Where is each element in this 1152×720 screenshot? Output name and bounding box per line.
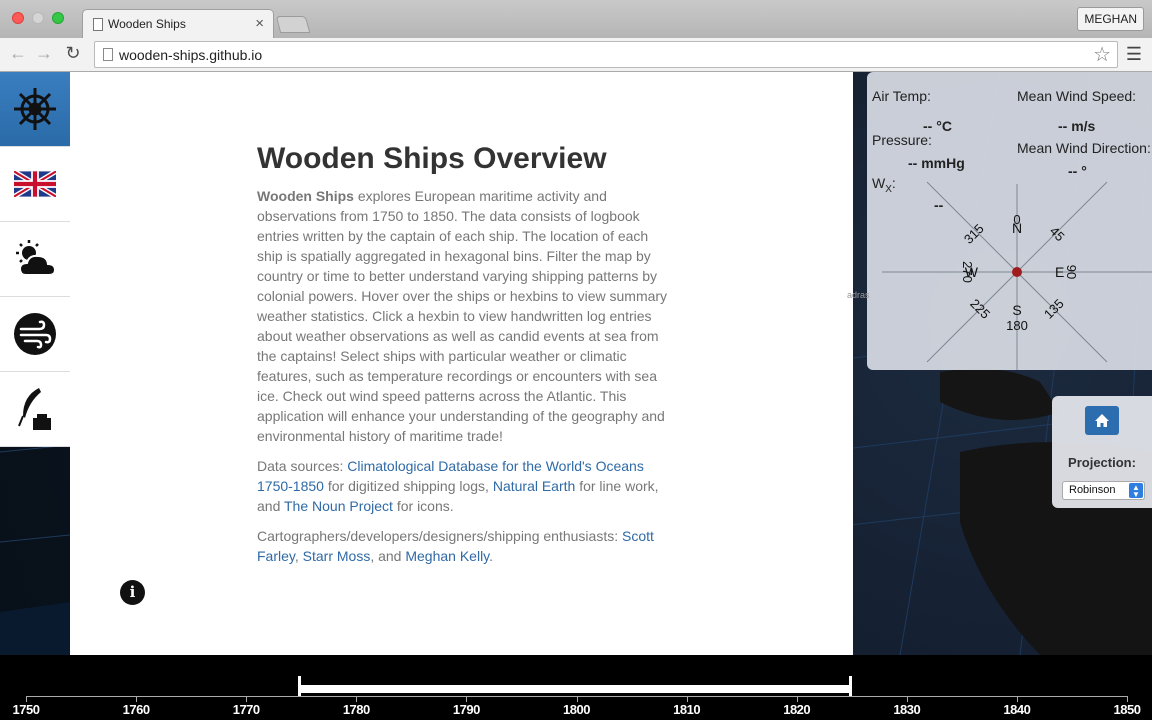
projection-label: Projection:	[1068, 455, 1136, 470]
quill-ink-icon	[18, 388, 51, 430]
sources-text: for icons.	[392, 498, 454, 514]
sources-label: Data sources:	[257, 458, 348, 474]
credits: Cartographers/developers/designers/shipp…	[257, 526, 669, 566]
compass-e: E	[1055, 264, 1064, 280]
sidebar	[0, 72, 70, 447]
credits-text: ,	[294, 548, 303, 564]
compass-center	[1012, 267, 1022, 277]
tab-close-icon[interactable]: ×	[255, 15, 264, 32]
brush-handle-start[interactable]	[298, 676, 301, 696]
new-tab-button[interactable]	[275, 16, 311, 33]
sun-cloud-icon	[16, 240, 57, 276]
brush-handle-end[interactable]	[849, 676, 852, 696]
data-sources: Data sources: Climatological Database fo…	[257, 456, 669, 516]
overview-panel: Wooden Ships Overview Wooden Ships explo…	[70, 72, 853, 655]
tab-title: Wooden Ships	[108, 17, 186, 31]
link-natural-earth[interactable]: Natural Earth	[493, 478, 575, 494]
sidebar-item-weather[interactable]	[0, 222, 70, 297]
sidebar-item-logbook[interactable]	[0, 372, 70, 447]
compass-s: S	[1012, 302, 1021, 318]
timeline-brush[interactable]	[300, 685, 851, 693]
credits-label: Cartographers/developers/designers/shipp…	[257, 528, 622, 544]
forward-arrow-icon[interactable]: →	[34, 43, 54, 64]
app-name: Wooden Ships	[257, 188, 354, 204]
browser-tab[interactable]: Wooden Ships ×	[82, 9, 274, 39]
profile-button[interactable]: MEGHAN	[1077, 7, 1144, 31]
compass-w-deg: 270	[960, 261, 975, 283]
compass-ne-deg: 45	[1047, 223, 1068, 244]
timeline-year-label: 1830	[893, 702, 921, 717]
home-button[interactable]	[1085, 406, 1119, 435]
address-bar[interactable]: wooden-ships.github.io ☆	[94, 41, 1118, 68]
overview-content: Wooden Ships Overview Wooden Ships explo…	[257, 142, 669, 576]
timeline-year-label: 1790	[452, 702, 480, 717]
wind-icon	[14, 313, 56, 355]
window-minimize-button[interactable]	[32, 12, 44, 24]
timeline-year-label: 1820	[783, 702, 811, 717]
menu-icon[interactable]: ☰	[1126, 44, 1142, 65]
overview-title: Wooden Ships Overview	[257, 142, 607, 175]
browser-titlebar: Wooden Ships × MEGHAN	[0, 0, 1152, 39]
overview-description: Wooden Ships explores European maritime …	[257, 186, 669, 446]
projection-panel: Projection: Robinson ▲ ▼	[1052, 396, 1152, 508]
weather-panel: Air Temp: -- °C Pressure: -- mmHg WX: --…	[847, 72, 1152, 370]
browser-toolbar: ← → ↻ wooden-ships.github.io ☆ ☰	[0, 38, 1152, 72]
credits-text: .	[489, 548, 494, 564]
timeline-year-label: 1760	[122, 702, 150, 717]
compass-s-deg: 180	[1006, 318, 1028, 333]
timeline-year-label: 1750	[12, 702, 40, 717]
intro-text: explores European maritime activity and …	[257, 188, 668, 444]
page-icon	[93, 18, 103, 31]
sidebar-item-country[interactable]	[0, 147, 70, 222]
timeline-year-label: 1840	[1003, 702, 1031, 717]
timeline-year-label: 1800	[563, 702, 590, 717]
wind-rose: N 0 E 90 S 180 W 270 45 135 225 315	[882, 181, 1152, 370]
sidebar-item-wind[interactable]	[0, 297, 70, 372]
page-icon	[103, 48, 113, 61]
bookmark-star-icon[interactable]: ☆	[1093, 42, 1111, 67]
timeline-year-label: 1850	[1113, 702, 1141, 717]
compass-n-deg: 0	[1013, 212, 1020, 227]
compass-e-deg: 90	[1064, 265, 1079, 279]
info-icon[interactable]: i	[120, 580, 145, 605]
sources-text: for digitized shipping logs,	[323, 478, 493, 494]
window-maximize-button[interactable]	[52, 12, 64, 24]
select-arrows-icon: ▲ ▼	[1129, 483, 1143, 499]
timeline-year-label: 1770	[232, 702, 260, 717]
sidebar-item-ships[interactable]	[0, 72, 70, 147]
credits-text: , and	[370, 548, 406, 564]
link-noun-project[interactable]: The Noun Project	[284, 498, 393, 514]
timeline-year-label: 1780	[342, 702, 370, 717]
uk-flag-icon	[14, 171, 56, 197]
projection-selected: Robinson	[1069, 484, 1116, 496]
home-icon	[1095, 414, 1109, 427]
projection-select[interactable]: Robinson ▲ ▼	[1062, 481, 1145, 500]
compass-nw-deg: 315	[961, 221, 987, 247]
link-meghan-kelly[interactable]: Meghan Kelly	[405, 548, 489, 564]
back-arrow-icon[interactable]: ←	[8, 43, 28, 64]
url-text[interactable]: wooden-ships.github.io	[119, 47, 262, 63]
ship-wheel-icon	[14, 88, 56, 130]
timeline-year-label: 1810	[673, 702, 701, 717]
reload-icon[interactable]: ↻	[63, 43, 83, 64]
link-starr-moss[interactable]: Starr Moss	[303, 548, 371, 564]
timeline[interactable]: 1750 1760 1770 1780 1790 1800 1810 1820 1830 1840…	[0, 655, 1152, 720]
window-close-button[interactable]	[12, 12, 24, 24]
